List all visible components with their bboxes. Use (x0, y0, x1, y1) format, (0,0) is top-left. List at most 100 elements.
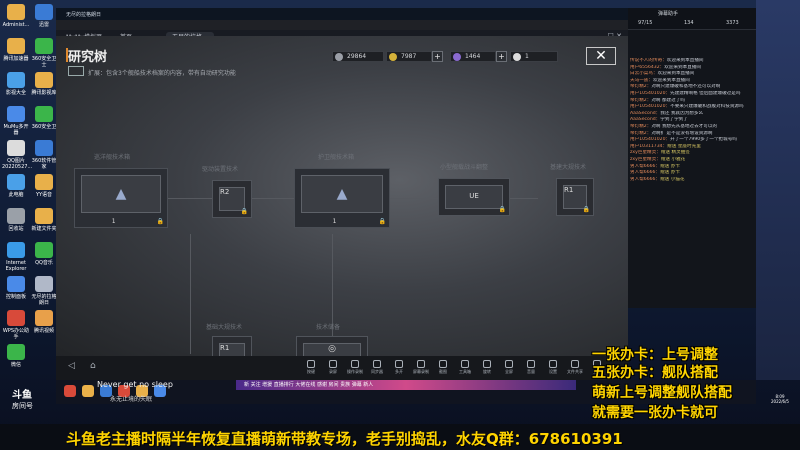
chat-username[interactable]: 用户105401020： (630, 104, 670, 109)
desktop-icon[interactable]: 360软件管家 (30, 140, 58, 170)
desktop-icon-label: 腾讯影视库 (31, 90, 57, 96)
toolbar-item[interactable]: 截图 (434, 360, 452, 375)
desktop-icon[interactable]: 360安全卫士 (30, 38, 58, 68)
toolbar-label: 音量 (527, 369, 535, 374)
app-icon (35, 4, 53, 20)
toolbar-label: 多开 (395, 369, 403, 374)
chat-username[interactable]: zxy巨星精灵： (630, 157, 661, 162)
chat-username[interactable]: 用户105401020： (630, 137, 670, 142)
desktop-icon-label: 迅雷 (38, 22, 49, 28)
taskbar-app-icon[interactable] (64, 385, 76, 397)
chat-username[interactable]: 帝灯精2： (630, 131, 651, 136)
toolbar-item[interactable]: 音量 (522, 360, 540, 375)
chat-text: 先建建精啊格 但后面建爆破过是吗 (670, 90, 741, 96)
desktop-icon[interactable]: 360安全卫 (30, 106, 58, 130)
douyu-logo: 斗鱼 房间号 (12, 386, 58, 416)
chat-username[interactable]: 帝灯精2： (630, 124, 651, 129)
tech-node-cruiser[interactable]: ▲ 1 🔒 (74, 168, 168, 228)
chat-username[interactable]: 用户10311734： (630, 144, 667, 149)
chat-username[interactable]: 男人帮6666： (630, 170, 660, 175)
emulator-title: 无尽的拉格朗日 (66, 12, 102, 18)
desktop-icon-label: WPS办公助手 (2, 328, 30, 340)
desktop-icon[interactable]: WPS办公助手 (2, 310, 30, 340)
chat-username[interactable]: 用户6556432： (630, 65, 664, 70)
chat-username[interactable]: 帝灯精2： (630, 84, 651, 89)
desktop-icon[interactable]: 此电脑 (2, 174, 30, 198)
desktop-icon[interactable]: 腾讯影视库 (30, 72, 58, 96)
desktop-icon[interactable]: Internet Explorer (2, 242, 30, 272)
chat-username[interactable]: 男人帮6666： (630, 164, 660, 169)
tech-node-frigate[interactable]: ▲ 1 🔒 (294, 168, 390, 228)
tech-node-reserve[interactable]: ◎ (296, 336, 368, 356)
desktop-icon[interactable]: QQ图片 20220527... (2, 140, 32, 170)
desktop-icon[interactable]: 迅雷 (30, 4, 58, 28)
chat-text: 欢迎来到本直播间 (666, 58, 704, 63)
toolbar-item[interactable]: 全屏 (500, 360, 518, 375)
toolbar-icon (329, 360, 337, 368)
desktop-icon[interactable]: 影视大全 (2, 72, 30, 96)
close-button[interactable]: ✕ (586, 47, 616, 65)
bottom-announcement: 斗鱼老主播时隔半年恢复直播萌新带教专场，老手别捣乱，水友Q群：678610391 (66, 430, 623, 448)
toolbar-item[interactable]: 设置 (544, 360, 562, 375)
toolbar-item[interactable]: 工具箱 (456, 360, 474, 375)
toolbar-icon (439, 360, 447, 368)
toolbar-item[interactable]: 屏幕录制 (412, 360, 430, 375)
desktop-icon[interactable]: 微信 (2, 344, 30, 368)
tech-node-base[interactable]: R1 🔒 (556, 178, 594, 216)
toolbar-item[interactable]: 旋转 (478, 360, 496, 375)
chat-username[interactable]: AaaSecond： (630, 111, 660, 116)
desktop-icon[interactable]: MuMu多开器 (2, 106, 30, 136)
chat-message: 帝灯精2：对啊扩 是不是没有增设资源啊 (630, 131, 754, 138)
desktop-icon[interactable]: 回收站 (2, 208, 30, 232)
toolbar-item[interactable]: 操作录制 (346, 360, 364, 375)
chat-username[interactable]: 男人帮6666： (630, 177, 660, 182)
desktop-icon[interactable]: Administ... (2, 4, 30, 28)
add-energy-button[interactable]: + (496, 51, 507, 62)
desktop-icon[interactable]: YY语音 (30, 174, 58, 198)
game-view: 研究树 扩展：包含3个舰船技术档案的内容，带有自动研究功能 29864 7987… (56, 36, 628, 356)
clock-date: 2022/6/5 (771, 399, 789, 404)
tech-node-drive[interactable]: R2 🔒 (212, 180, 252, 218)
toolbar-item[interactable]: 同步器 (368, 360, 386, 375)
taskbar-app-icon[interactable] (82, 385, 94, 397)
desktop-icon-label: 控制面板 (5, 294, 26, 300)
desktop-icon[interactable]: QQ音乐 (30, 242, 58, 266)
app-icon (35, 140, 53, 156)
desktop-icon[interactable]: 无尽的拉格朗日 (30, 276, 58, 306)
chat-username[interactable]: zxy巨星精灵： (630, 150, 661, 155)
tech-node-basic[interactable]: R1 (212, 336, 252, 356)
desktop-icon[interactable]: 新建文件夹 (30, 208, 58, 232)
toolbar-item[interactable]: 录屏 (324, 360, 342, 375)
emulator-titlebar: 无尽的拉格朗日 (56, 8, 628, 20)
app-icon (7, 38, 25, 54)
toolbar-item[interactable]: 文件共享 (566, 360, 584, 375)
tech-node-fighter[interactable]: UE 🔒 (438, 178, 510, 216)
desktop-icon-label: 腾讯视频 (33, 328, 54, 334)
chat-username[interactable]: 传说不人的传奇： (630, 58, 667, 63)
app-icon (35, 38, 53, 54)
toolbar-item[interactable]: 按键 (302, 360, 320, 375)
chat-stat: 3373 (726, 20, 739, 26)
chat-username[interactable]: 帝灯精2： (630, 98, 651, 103)
chat-username[interactable]: 用户105401020： (630, 91, 670, 96)
resource-metal: 29864 (332, 51, 384, 62)
chat-username[interactable]: 白云小菜鸟： (630, 71, 658, 76)
toolbar-label: 工具箱 (459, 369, 471, 374)
desktop-icon[interactable]: 控制面板 (2, 276, 30, 300)
desktop-icon[interactable]: 腾讯视频 (30, 310, 58, 334)
node-label: 基础大规技术 (206, 324, 243, 331)
desktop-icon-label: Administ... (2, 22, 30, 28)
right-wallpaper-strip (756, 0, 800, 380)
add-crystal-button[interactable]: + (432, 51, 443, 62)
back-icon[interactable]: ◁ (68, 361, 75, 371)
toolbar-item[interactable]: 多开 (390, 360, 408, 375)
app-icon (35, 106, 53, 122)
chat-text: 开了一个7990多了一个抢城号吗 (670, 137, 737, 143)
app-icon (35, 310, 53, 326)
chat-username[interactable]: AaaSecond： (630, 117, 660, 122)
chat-username[interactable]: 天马一族： (630, 78, 653, 83)
home-icon[interactable]: ⌂ (90, 361, 96, 371)
desktop-icon-label: 360软件管家 (31, 158, 57, 170)
desktop-icon[interactable]: 腾讯加速器 (2, 38, 30, 62)
app-icon (35, 72, 53, 88)
